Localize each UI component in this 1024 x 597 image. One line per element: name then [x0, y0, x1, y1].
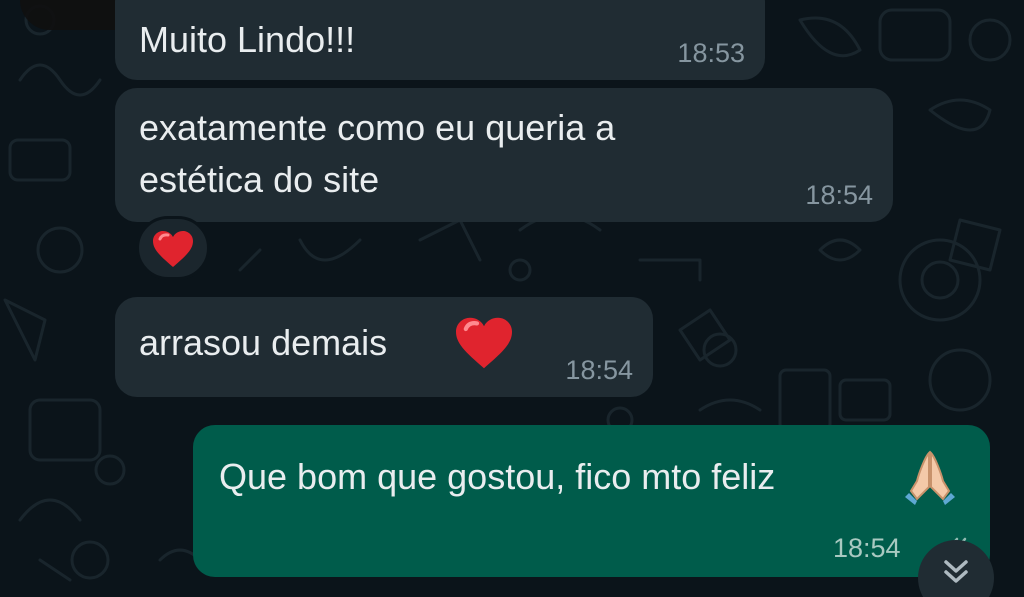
double-chevron-down-icon — [944, 560, 968, 583]
message-text: Muito Lindo!!! — [139, 19, 356, 60]
message-timestamp: 18:53 — [677, 38, 745, 68]
message-bubble-incoming[interactable]: Muito Lindo!!! 18:53 — [115, 0, 765, 80]
heart-icon — [456, 317, 512, 369]
message-text-line: exatamente como eu queria a — [139, 107, 616, 148]
heart-icon — [153, 231, 193, 267]
message-timestamp: 18:54 — [565, 355, 633, 385]
message-text: arrasou demais — [139, 322, 388, 363]
folded-hands-icon — [905, 450, 955, 505]
reaction-badge[interactable] — [136, 216, 210, 280]
message-bubble-incoming[interactable]: arrasou demais 18:54 — [115, 297, 653, 397]
message-timestamp: 18:54 — [833, 533, 901, 563]
message-timestamp: 18:54 — [805, 180, 873, 210]
message-bubble-outgoing[interactable]: Que bom que gostou, fico mto feliz 18:54 — [193, 425, 990, 577]
chat-conversation: Muito Lindo!!! 18:53 exatamente como eu … — [0, 0, 1024, 597]
message-text-line: estética do site — [139, 159, 380, 200]
message-bubble-incoming[interactable]: exatamente como eu queria a estética do … — [115, 88, 893, 222]
message-text: Que bom que gostou, fico mto feliz — [219, 456, 776, 497]
